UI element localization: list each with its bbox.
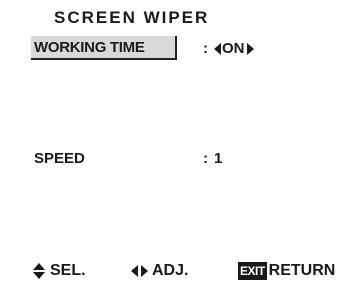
up-down-arrows-icon (33, 263, 45, 279)
return-label: RETURN (268, 262, 336, 279)
menu-title: SCREEN WIPER (54, 8, 210, 27)
working-time-item[interactable]: WORKING TIME (31, 36, 177, 60)
return-hint[interactable]: EXIT RETURN (238, 262, 335, 280)
speed-value-control[interactable]: : 1 (203, 150, 222, 167)
working-time-colon: : (203, 40, 208, 57)
decrease-arrow-icon[interactable] (214, 42, 221, 55)
working-time-label: WORKING TIME (34, 39, 145, 56)
speed-value: 1 (214, 150, 223, 167)
footer-guide: SEL. ADJ. EXIT RETURN (0, 262, 350, 282)
exit-key-badge: EXIT (238, 262, 267, 280)
select-label: SEL. (50, 262, 86, 279)
working-time-value-control[interactable]: : ON (203, 40, 254, 57)
adjust-label: ADJ. (152, 262, 189, 279)
adjust-hint: ADJ. (131, 262, 188, 280)
speed-colon: : (203, 150, 208, 167)
speed-item[interactable]: SPEED (34, 150, 85, 167)
speed-label: SPEED (34, 150, 85, 167)
increase-arrow-icon[interactable] (246, 42, 254, 55)
left-right-arrows-icon (131, 265, 148, 277)
working-time-value: ON (222, 40, 245, 57)
select-hint: SEL. (33, 262, 86, 280)
